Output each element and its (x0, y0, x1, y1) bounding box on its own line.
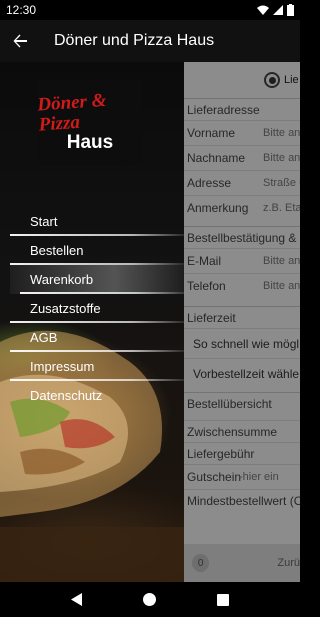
voucher-row: Gutschein (184, 464, 300, 489)
menu-item-impressum[interactable]: Impressum (0, 352, 184, 381)
delivery-time-section-title: Lieferzeit (184, 306, 300, 328)
first-name-row: Vorname (184, 120, 300, 145)
address-label: Adresse (187, 176, 232, 190)
back-triangle-icon (70, 593, 82, 606)
back-button[interactable] (0, 20, 40, 62)
last-name-row: Nachname (184, 145, 300, 170)
logo-text-top: Döner & Pizza (36, 89, 108, 136)
radio-dot (268, 76, 276, 84)
voucher-field[interactable] (239, 471, 299, 483)
home-circle-icon (143, 593, 157, 606)
address-field[interactable] (263, 177, 300, 189)
wifi-icon (257, 5, 269, 15)
email-label: E-Mail (187, 254, 222, 268)
time-option-preorder[interactable]: Vorbestellzeit wähle (184, 358, 300, 388)
signal-icon (273, 5, 283, 15)
delivery-option-label: Lie (284, 74, 299, 86)
note-row: Anmerkung (184, 195, 300, 220)
phone-row: Telefon (184, 273, 300, 298)
app-title: Döner und Pizza Haus (54, 32, 215, 49)
menu-item-warenkorb[interactable]: Warenkorb (10, 265, 184, 294)
first-name-field[interactable] (263, 127, 300, 139)
app-bar: Döner und Pizza Haus (0, 20, 300, 62)
cart-bar[interactable]: 0 Zurü (184, 544, 300, 582)
menu-item-start[interactable]: Start (0, 207, 184, 236)
email-field[interactable] (263, 255, 300, 267)
nav-back-button[interactable] (57, 582, 97, 617)
phone-label: Telefon (187, 279, 226, 293)
arrow-back-icon (13, 34, 27, 48)
last-name-label: Nachname (187, 151, 246, 165)
note-field[interactable] (263, 202, 300, 214)
time-option-asap[interactable]: So schnell wie mögl (184, 328, 300, 358)
first-name-label: Vorname (187, 126, 236, 140)
battery-icon (287, 4, 294, 16)
restaurant-logo: Döner & Pizza Haus (36, 80, 142, 166)
delivery-option[interactable]: Lie (184, 62, 300, 98)
logo-text-bottom: Haus (66, 132, 114, 153)
navigation-drawer: Döner & Pizza Haus Start Bestellen Waren… (0, 62, 184, 582)
minimum-order-row: Mindestbestellwert (O (184, 489, 300, 511)
menu-item-zusatzstoffe[interactable]: Zusatzstoffe (0, 294, 184, 323)
recents-square-icon (217, 593, 230, 606)
voucher-label: Gutschein (187, 470, 242, 484)
status-time: 12:30 (6, 3, 37, 17)
email-row: E-Mail (184, 248, 300, 273)
nav-recents-button[interactable] (203, 582, 243, 617)
drawer-menu: Start Bestellen Warenkorb Zusatzstoffe A… (0, 207, 184, 410)
delivery-fee-row: Liefergebühr (184, 442, 300, 464)
radio-button[interactable] (264, 72, 280, 88)
address-row: Adresse (184, 170, 300, 195)
confirmation-section-title: Bestellbestätigung & (184, 226, 300, 248)
phone-field[interactable] (263, 280, 300, 292)
overview-section-title: Bestellübersicht (184, 392, 300, 414)
last-name-field[interactable] (263, 152, 300, 164)
note-label: Anmerkung (187, 201, 249, 215)
order-form: Lie Lieferadresse Vorname Nachname Adres… (184, 62, 300, 582)
nav-home-button[interactable] (130, 582, 170, 617)
cart-count-badge: 0 (192, 554, 210, 572)
cart-back-label: Zurü (277, 557, 300, 569)
content-area: Lie Lieferadresse Vorname Nachname Adres… (0, 62, 300, 582)
system-nav-bar (0, 582, 300, 617)
menu-item-bestellen[interactable]: Bestellen (0, 236, 184, 265)
address-section-title: Lieferadresse (184, 98, 300, 120)
subtotal-row: Zwischensumme (184, 420, 300, 442)
menu-item-agb[interactable]: AGB (0, 323, 184, 352)
status-bar: 12:30 (0, 0, 300, 20)
menu-item-datenschutz[interactable]: Datenschutz (0, 381, 184, 410)
status-icons (257, 4, 294, 16)
